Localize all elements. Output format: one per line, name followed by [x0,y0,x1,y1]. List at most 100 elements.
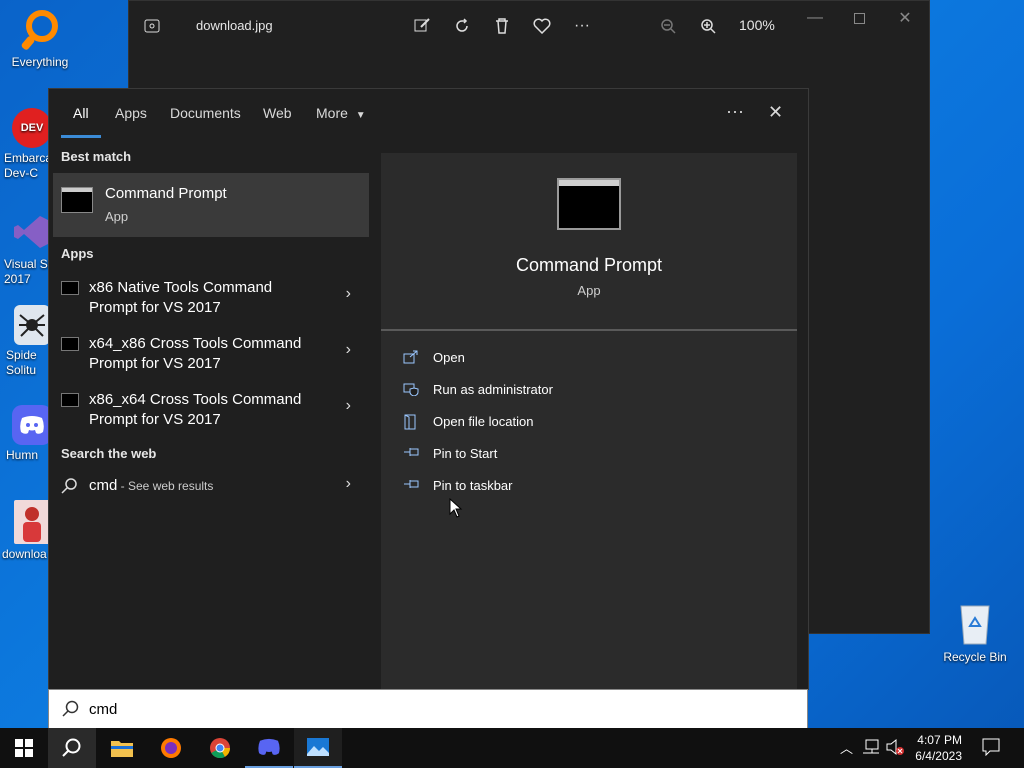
section-best-match: Best match [61,149,132,164]
options-icon[interactable]: ··· [726,101,744,122]
action-label: Pin to taskbar [433,478,513,493]
recycle-bin-icon [955,600,995,646]
pin-icon [403,478,421,494]
action-center-icon[interactable] [982,738,1000,759]
taskbar-chrome[interactable] [196,728,244,768]
photos-app-icon [141,15,163,37]
search-box[interactable] [48,689,808,729]
file-location-icon [403,414,421,430]
rotate-icon[interactable] [451,15,473,37]
clock-time: 4:07 PM [917,733,962,747]
shield-icon [403,382,421,398]
more-options-icon[interactable]: ··· [571,15,593,37]
delete-icon[interactable] [491,15,513,37]
maximize-icon[interactable] [848,7,870,29]
app-title: x86_x64 Cross Tools Command Prompt for V… [89,391,302,428]
search-tabs: All Apps Documents Web More ▼ ··· ✕ [49,89,808,141]
edit-icon[interactable] [411,15,433,37]
folder-icon [111,741,133,757]
zoom-level: 100% [739,17,775,33]
pin-icon [403,446,421,462]
close-icon[interactable]: ✕ [768,102,783,123]
tab-all[interactable]: All [73,105,89,121]
list-item[interactable]: x64_x86 Cross Tools Command Prompt for V… [53,333,369,383]
recycle-bin-label: Recycle Bin [943,650,1007,664]
detail-subtitle: App [577,283,601,298]
discord-icon [258,738,280,755]
section-search-web: Search the web [61,446,157,461]
zoom-in-icon[interactable] [697,15,719,37]
discord-icon [12,405,52,445]
app-title: x64_x86 Cross Tools Command Prompt for V… [89,335,302,372]
tab-documents[interactable]: Documents [170,105,241,121]
web-query-suffix: - See web results [117,479,214,493]
chrome-icon [210,738,231,759]
taskbar: ︿ 4:07 PM 6/4/2023 [0,728,1024,768]
photos-icon [307,738,329,756]
best-match-item[interactable]: Command Prompt App [53,173,369,237]
start-button[interactable] [0,728,48,768]
mouse-cursor-icon [449,497,463,523]
desktop-icon-recycle-bin[interactable]: Recycle Bin [940,600,1010,664]
command-prompt-large-icon [557,178,621,230]
volume-muted-icon[interactable] [886,738,904,759]
list-item[interactable]: x86 Native Tools Command Prompt for VS 2… [53,277,369,327]
chevron-right-icon[interactable]: › [346,285,351,303]
desktop-icon-label: Everything [11,55,69,69]
action-label: Run as administrator [433,382,553,397]
chevron-right-icon[interactable]: › [346,475,351,493]
image-thumbnail-icon [14,500,50,544]
best-match-subtitle: App [105,209,129,224]
tab-web[interactable]: Web [263,105,292,121]
search-panel: All Apps Documents Web More ▼ ··· ✕ Best… [48,88,809,690]
web-query: cmd [89,477,118,494]
open-icon [403,350,421,366]
windows-logo-icon [15,739,33,757]
app-title: x86 Native Tools Command Prompt for VS 2… [89,279,273,316]
clock-date: 6/4/2023 [915,749,962,763]
tray-overflow-icon[interactable]: ︿ [840,738,853,757]
taskbar-discord[interactable] [245,728,293,768]
chevron-down-icon: ▼ [355,110,366,121]
taskbar-file-explorer[interactable] [98,728,146,768]
taskbar-clock[interactable]: 4:07 PM 6/4/2023 [915,732,962,764]
best-match-title: Command Prompt [105,185,227,202]
action-label: Open file location [433,414,534,429]
taskbar-firefox[interactable] [147,728,195,768]
zoom-out-icon[interactable] [657,15,679,37]
list-item[interactable]: x86_x64 Cross Tools Command Prompt for V… [53,389,369,439]
search-input[interactable] [87,696,791,722]
command-prompt-icon [61,337,79,351]
detail-pane: Command Prompt App Open Run as administr… [381,153,797,689]
firefox-icon [161,738,181,758]
taskbar-search-button[interactable] [48,728,96,768]
web-search-item[interactable]: cmd - See web results › [53,475,369,503]
command-prompt-icon [61,393,79,407]
photos-title: download.jpg [196,18,273,33]
tab-apps[interactable]: Apps [115,105,147,121]
command-prompt-icon [61,187,93,213]
search-icon [61,477,79,495]
tab-more-label: More [316,105,348,121]
close-window-icon[interactable]: ✕ [894,7,916,29]
detail-hero: Command Prompt App [381,153,797,331]
spider-solitaire-icon [14,305,50,345]
action-label: Open [433,350,465,365]
chevron-right-icon[interactable]: › [346,341,351,359]
network-icon[interactable] [862,739,880,758]
search-icon [61,699,81,719]
favorite-icon[interactable] [531,15,553,37]
photos-titlebar: download.jpg ··· 100% — ✕ [129,1,929,51]
devcpp-icon: DEV [12,108,52,148]
active-tab-indicator [61,135,101,138]
action-label: Pin to Start [433,446,498,461]
web-query-text: cmd - See web results [89,477,213,494]
minimize-icon[interactable]: — [804,7,826,29]
taskbar-photos[interactable] [294,728,342,768]
tab-more[interactable]: More ▼ [316,105,366,121]
detail-title: Command Prompt [515,255,663,275]
search-icon [62,738,81,757]
everything-icon [18,8,62,52]
desktop-icon-everything[interactable]: Everything [0,8,80,70]
chevron-right-icon[interactable]: › [346,397,351,415]
